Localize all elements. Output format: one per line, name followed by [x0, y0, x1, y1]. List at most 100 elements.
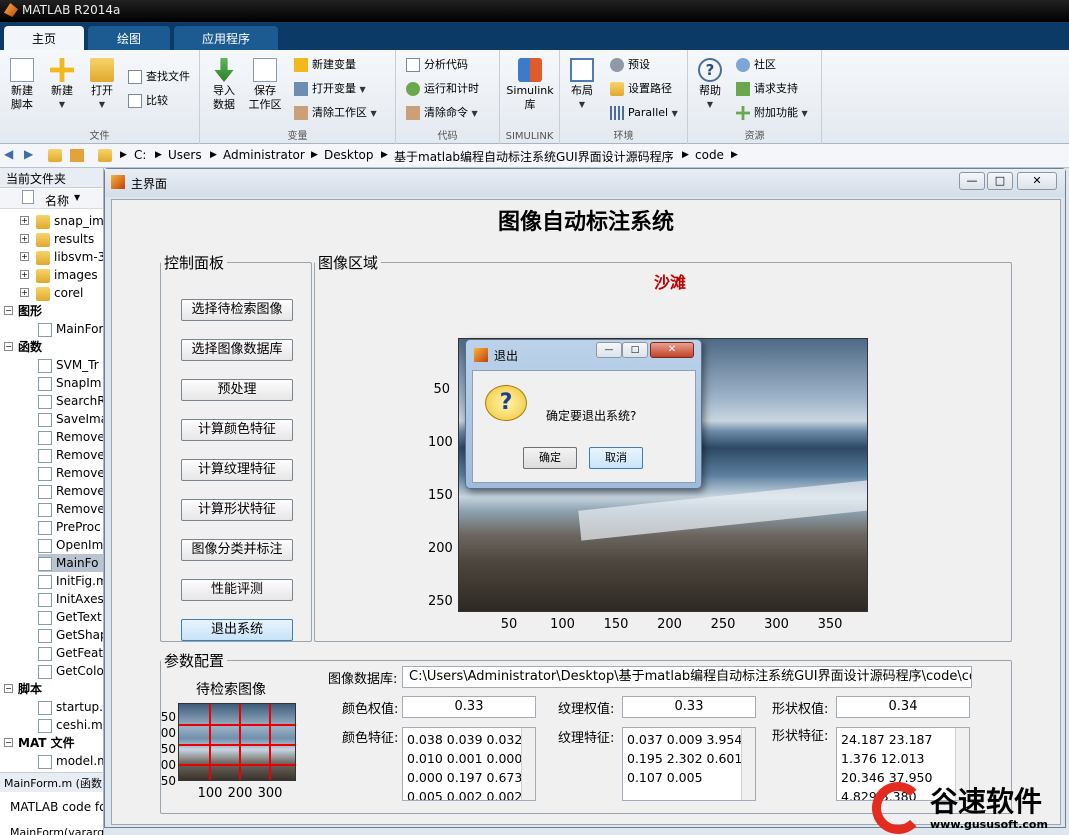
file-item[interactable]: GetText [38, 608, 103, 626]
dialog-close-button[interactable]: ✕ [650, 342, 694, 358]
open-variable-button[interactable]: 打开变量 ▼ [294, 79, 366, 99]
texture-feature-button[interactable]: 计算纹理特征 [181, 459, 293, 481]
file-item[interactable]: SaveIma [38, 410, 103, 428]
file-item[interactable]: SVM_Tr [38, 356, 103, 374]
parallel-button[interactable]: Parallel ▼ [610, 103, 678, 123]
expand-icon[interactable]: + [20, 234, 29, 243]
shape-feature-button[interactable]: 计算形状特征 [181, 499, 293, 521]
folder-item[interactable]: results [36, 230, 103, 248]
expand-icon[interactable]: + [20, 288, 29, 297]
open-button[interactable]: 打开 ▼ [84, 58, 120, 112]
up-folder-icon[interactable] [48, 149, 62, 162]
expand-icon[interactable]: + [20, 270, 29, 279]
texture-feature-list[interactable]: 0.037 0.009 3.954 0.195 2.302 0.601 0.107 … [622, 727, 756, 801]
tab-plots[interactable]: 绘图 [88, 26, 170, 50]
file-item[interactable]: Remove [38, 482, 103, 500]
collapse-icon[interactable]: − [4, 738, 13, 747]
file-item[interactable]: Remove [38, 464, 103, 482]
file-item[interactable]: Remove [38, 446, 103, 464]
path-part-users[interactable]: Users [168, 148, 202, 162]
section-header[interactable]: MAT 文件 [18, 734, 103, 752]
color-feature-list[interactable]: 0.038 0.039 0.032 0.010 0.001 0.000 0.000 … [402, 727, 536, 801]
column-header[interactable]: 名称 ▼ [0, 189, 103, 209]
path-dropdown-icon[interactable]: ▶ [731, 150, 738, 160]
path-part-drive[interactable]: C: [134, 148, 146, 162]
file-item[interactable]: InitAxes [38, 590, 103, 608]
set-path-button[interactable]: 设置路径 [610, 79, 672, 99]
shape-weight-field[interactable]: 0.34 [836, 696, 970, 718]
help-button[interactable]: ? 帮助 ▼ [696, 58, 724, 112]
cancel-button[interactable]: 取消 [589, 447, 643, 469]
preferences-button[interactable]: 预设 [610, 55, 650, 75]
forward-icon[interactable]: ▶ [24, 147, 33, 161]
classify-annotate-button[interactable]: 图像分类并标注 [181, 539, 293, 561]
browse-folder-icon[interactable] [70, 149, 84, 162]
minimize-button[interactable]: — [959, 172, 985, 190]
scrollbar[interactable] [521, 728, 535, 800]
select-image-db-button[interactable]: 选择图像数据库 [181, 339, 293, 361]
scrollbar[interactable] [741, 728, 755, 800]
folder-item[interactable]: snap_im [36, 212, 103, 230]
path-part-code[interactable]: code [695, 148, 724, 162]
collapse-icon[interactable]: − [4, 684, 13, 693]
clear-commands-button[interactable]: 清除命令 ▼ [406, 103, 478, 123]
file-item[interactable]: MainFor [38, 320, 103, 338]
file-item[interactable]: Remove [38, 428, 103, 446]
select-query-image-button[interactable]: 选择待检索图像 [181, 299, 293, 321]
file-item[interactable]: OpenIm [38, 536, 103, 554]
import-data-button[interactable]: 导入 数据 [206, 58, 242, 112]
exit-system-button[interactable]: 退出系统 [181, 619, 293, 641]
run-and-time-button[interactable]: 运行和计时 [406, 79, 479, 99]
file-item[interactable]: GetColo [38, 662, 103, 680]
preprocess-button[interactable]: 预处理 [181, 379, 293, 401]
analyze-code-button[interactable]: 分析代码 [406, 55, 468, 75]
new-button[interactable]: 新建 ▼ [44, 58, 80, 112]
file-item[interactable]: PreProc [38, 518, 103, 536]
expand-icon[interactable]: + [20, 252, 29, 261]
file-item[interactable]: MainFo [38, 554, 103, 572]
file-item[interactable]: SearchR [38, 392, 103, 410]
dialog-minimize-button[interactable]: — [596, 342, 622, 358]
file-item[interactable]: SnapIm [38, 374, 103, 392]
folder-item[interactable]: corel [36, 284, 103, 302]
new-variable-button[interactable]: 新建变量 [294, 55, 356, 75]
file-item[interactable]: GetFeat [38, 644, 103, 662]
community-button[interactable]: 社区 [736, 55, 776, 75]
new-script-button[interactable]: 新建 脚本 [4, 58, 40, 112]
expand-icon[interactable]: + [20, 216, 29, 225]
tab-home[interactable]: 主页 [4, 26, 84, 50]
folder-item[interactable]: images [36, 266, 103, 284]
collapse-icon[interactable]: − [4, 342, 13, 351]
compare-button[interactable]: 比较 [128, 91, 168, 111]
color-feature-button[interactable]: 计算颜色特征 [181, 419, 293, 441]
color-weight-field[interactable]: 0.33 [402, 696, 536, 718]
folder-item[interactable]: libsvm-3 [36, 248, 103, 266]
file-item[interactable]: startup. [38, 698, 103, 716]
add-ons-button[interactable]: 附加功能 ▼ [736, 103, 808, 123]
collapse-icon[interactable]: − [4, 306, 13, 315]
find-files-button[interactable]: 查找文件 [128, 67, 190, 87]
file-item[interactable]: InitFig.m [38, 572, 103, 590]
section-header[interactable]: 脚本 [18, 680, 103, 698]
simulink-library-button[interactable]: Simulink 库 [504, 58, 556, 112]
layout-button[interactable]: 布局 ▼ [566, 58, 598, 112]
close-button[interactable]: ✕ [1017, 172, 1057, 190]
back-icon[interactable]: ◀ [4, 147, 13, 161]
clear-workspace-button[interactable]: 清除工作区 ▼ [294, 103, 377, 123]
section-header[interactable]: 函数 [18, 338, 103, 356]
dialog-maximize-button[interactable]: □ [622, 342, 648, 358]
ok-button[interactable]: 确定 [523, 447, 577, 469]
db-path-field[interactable]: C:\Users\Administrator\Desktop\基于matlab编… [402, 666, 972, 688]
path-part-project[interactable]: 基于matlab编程自动标注系统GUI界面设计源码程序 [394, 148, 674, 165]
evaluate-button[interactable]: 性能评测 [181, 579, 293, 601]
tab-apps[interactable]: 应用程序 [174, 26, 278, 50]
file-item[interactable]: Remove [38, 500, 103, 518]
save-workspace-button[interactable]: 保存 工作区 [246, 58, 284, 112]
file-item[interactable]: ceshi.m [38, 716, 103, 734]
section-header[interactable]: 图形 [18, 302, 103, 320]
file-item[interactable]: model.m [38, 752, 103, 770]
request-support-button[interactable]: 请求支持 [736, 79, 798, 99]
path-part-desktop[interactable]: Desktop [324, 148, 374, 162]
texture-weight-field[interactable]: 0.33 [622, 696, 756, 718]
path-part-administrator[interactable]: Administrator [223, 148, 305, 162]
